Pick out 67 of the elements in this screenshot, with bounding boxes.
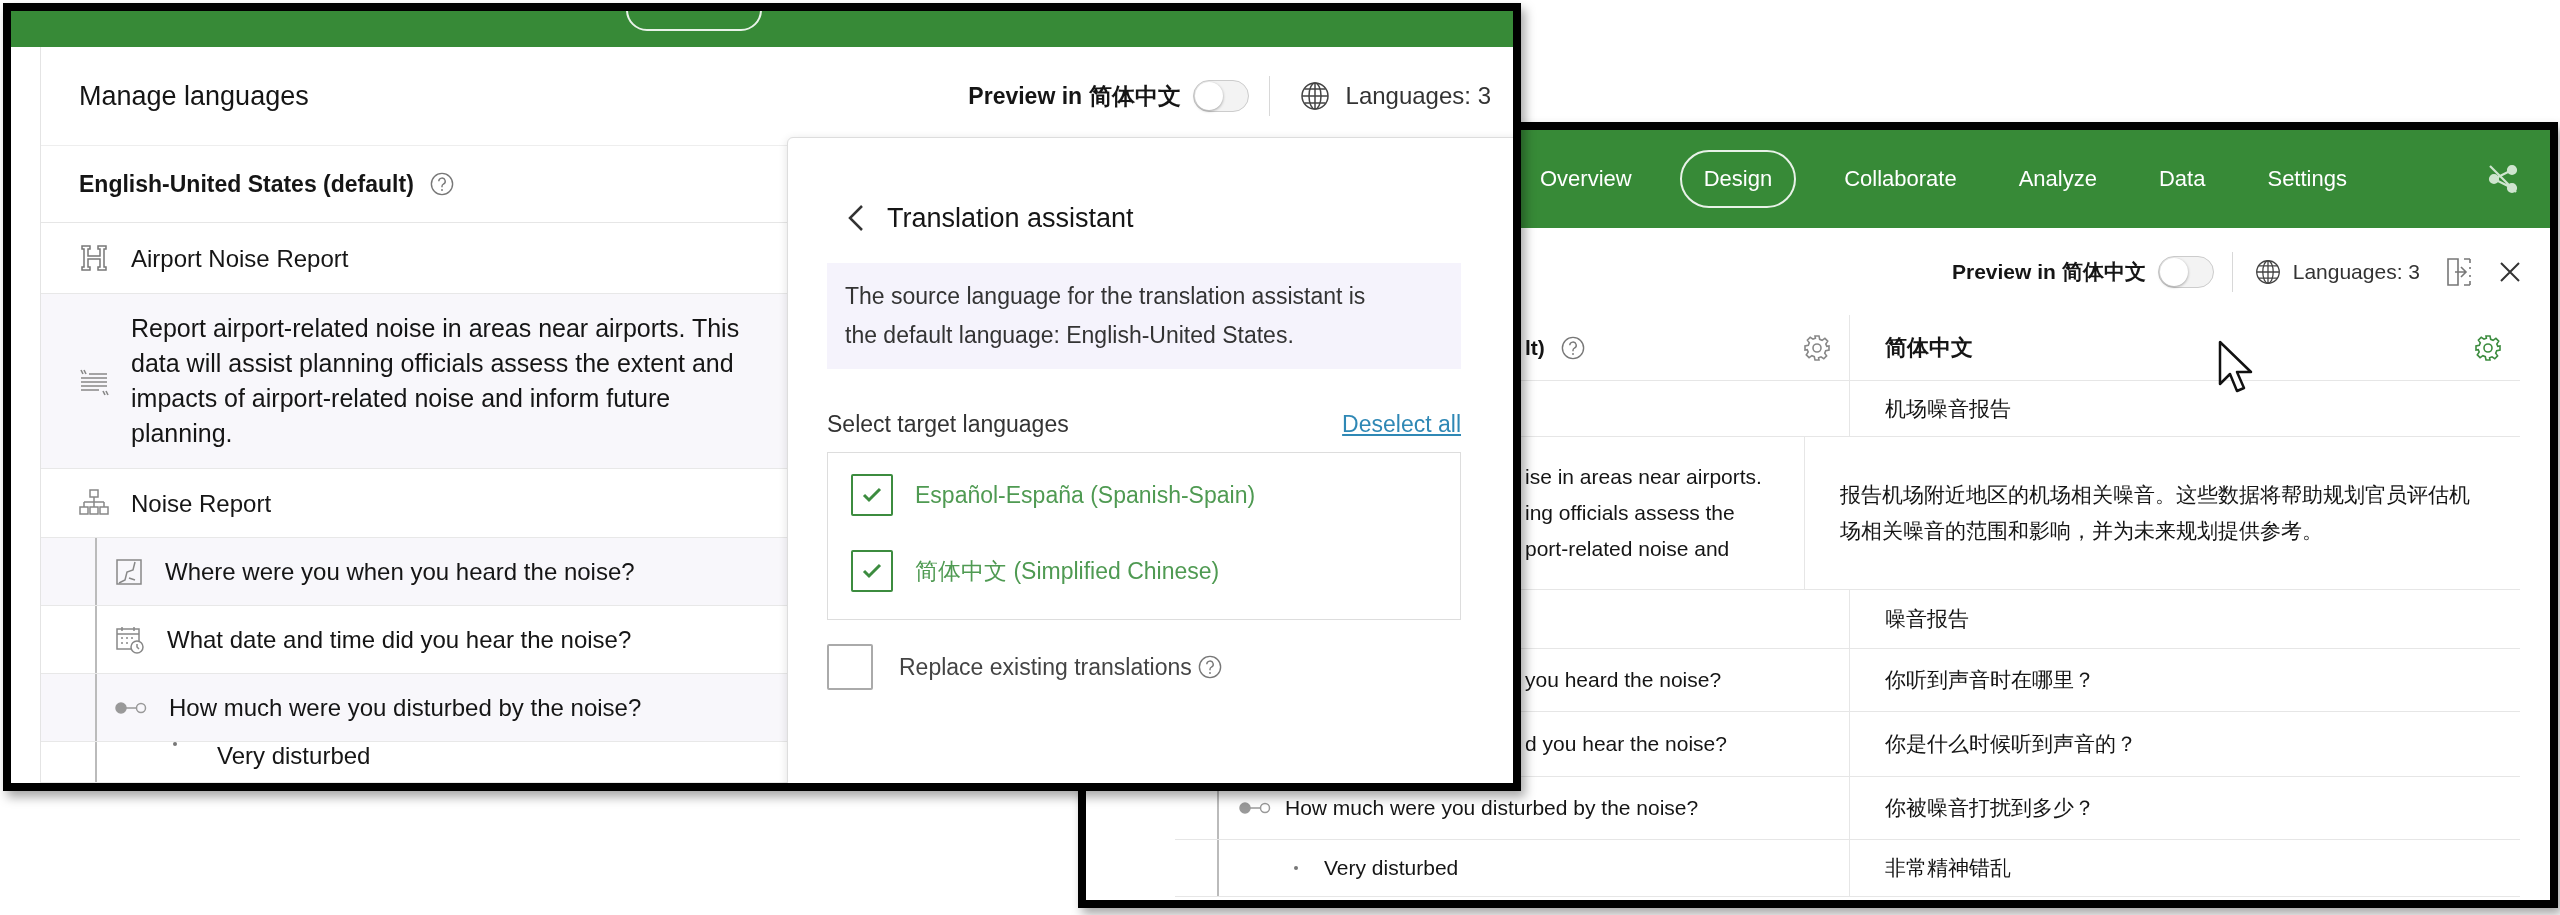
settings-icon[interactable] (2474, 333, 2502, 362)
languages-count[interactable]: Languages: 3 (1345, 82, 1491, 110)
preview-toggle[interactable] (2157, 255, 2214, 288)
nav-tab[interactable]: Analyze (2004, 150, 2111, 208)
row-text: What date and time did you hear the noise? (167, 625, 632, 655)
row-text: Very disturbed (1324, 856, 1459, 880)
row-text: How much were you disturbed by the noise? (169, 693, 642, 723)
bullet-icon (173, 742, 177, 746)
column-header: lt) (1525, 335, 1545, 360)
nav-tab[interactable]: Settings (2253, 150, 2361, 208)
globe-icon (2254, 258, 2281, 285)
nav-tab[interactable]: Overview (1526, 150, 1646, 208)
language-label: Español-España (Spanish-Spain) (915, 481, 1256, 509)
scale-icon (115, 700, 147, 715)
nav-tab[interactable]: Collaborate (1830, 150, 1971, 208)
back-chevron-icon[interactable] (847, 203, 865, 233)
language-label: 简体中文 (Simplified Chinese) (915, 556, 1220, 586)
translation-text: 你是什么时候听到声音的？ (1885, 731, 2137, 757)
checkbox[interactable] (851, 474, 893, 516)
mouse-cursor-icon (2218, 340, 2254, 394)
checkbox[interactable] (827, 644, 873, 690)
translation-text: 机场噪音报告 (1885, 395, 2011, 422)
section-label: Select target languages (827, 411, 1069, 438)
nav-tab[interactable]: Design (1679, 150, 1797, 208)
share-off-icon[interactable] (2486, 162, 2520, 196)
translation-text: 你被噪音打扰到多少？ (1885, 795, 2095, 821)
column-header: English-United States (default) (79, 170, 414, 198)
deselect-all-link[interactable]: Deselect all (1342, 411, 1461, 438)
row-text: Noise Report (131, 488, 272, 519)
row-text: port-related noise and (1525, 536, 1731, 562)
bullet-icon (1294, 866, 1298, 870)
row-text: Where were you when you heard the noise? (165, 557, 635, 587)
scale-icon (1239, 801, 1271, 815)
row-text: d you hear the noise? (1525, 731, 1727, 757)
panel-title: Manage languages (79, 80, 309, 112)
row-text: How much were you disturbed by the noise? (1285, 796, 1699, 820)
preview-label: Preview in 简体中文 (968, 81, 1181, 111)
globe-icon (1299, 81, 1330, 111)
row-text: ing officials assess the (1525, 500, 1736, 526)
row-text: Very disturbed (217, 742, 371, 770)
row-text: you heard the noise? (1525, 667, 1722, 693)
panel-title: Translation assistant (887, 202, 1134, 234)
row-text: Report airport-related noise in areas near airports. This data will assist planning officials assess the extent and impacts of airport-related noise and inform future planning. (131, 313, 741, 449)
close-icon[interactable] (2498, 259, 2522, 284)
translation-text: 非常精神错乱 (1885, 855, 2011, 881)
preview-toggle[interactable] (1192, 80, 1249, 112)
map-icon (115, 557, 143, 586)
calendar-clock-icon (115, 624, 145, 655)
translation-text: 噪音报告 (1885, 606, 1969, 632)
settings-icon[interactable] (1803, 333, 1831, 362)
translation-text: 报告机场附近地区的机场相关噪音。这些数据将帮助规划官员评估机场相关噪音的范围和影响，并为未来规划提供参考。 (1840, 482, 2471, 544)
help-icon[interactable] (429, 172, 454, 196)
hierarchy-icon (79, 488, 109, 518)
collapse-panel-icon[interactable] (2446, 256, 2472, 287)
column-header: 简体中文 (1885, 333, 1973, 362)
info-note: The source language for the translation assistant is the default language: English-United States. (827, 263, 1461, 369)
option-label: Replace existing translations (899, 653, 1192, 681)
translation-text: 你听到声音时在哪里？ (1885, 667, 2095, 693)
nav-tab[interactable]: Data (2144, 150, 2220, 208)
heading-icon (79, 243, 109, 273)
checkbox[interactable] (851, 550, 893, 592)
row-text: ise in areas near airports. (1525, 464, 1762, 490)
row-text: Airport Noise Report (131, 243, 349, 274)
help-icon[interactable] (1197, 655, 1222, 679)
help-icon[interactable] (1560, 335, 1585, 360)
preview-label: Preview in 简体中文 (1952, 258, 2146, 285)
languages-count[interactable]: Languages: 3 (2292, 259, 2420, 284)
